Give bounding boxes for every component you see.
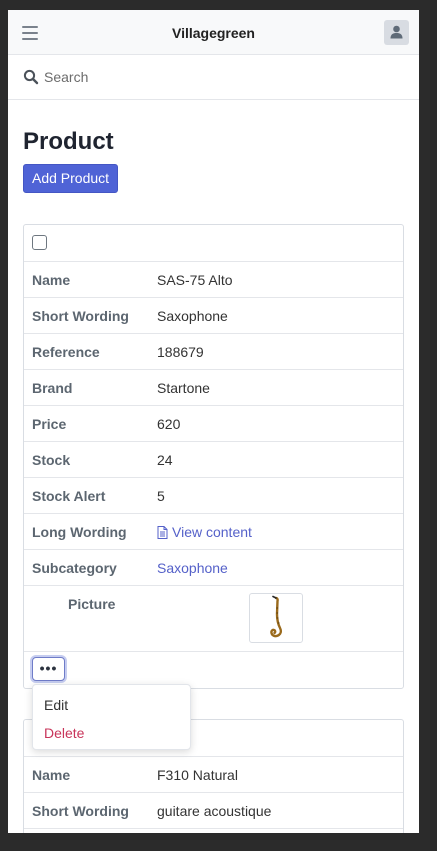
view-content-label: View content <box>172 524 252 540</box>
field-value: 5 <box>157 488 165 504</box>
search-icon <box>23 69 39 85</box>
table-row: Reference 188679 <box>24 334 403 370</box>
subcategory-link[interactable]: Saxophone <box>157 560 228 576</box>
field-label: Brand <box>32 380 73 396</box>
field-value: Startone <box>157 380 210 396</box>
search-bar <box>8 55 419 100</box>
search-input[interactable] <box>44 67 344 87</box>
field-label: Short Wording <box>32 803 129 819</box>
add-product-button[interactable]: Add Product <box>23 164 119 193</box>
user-menu-button[interactable] <box>384 20 409 45</box>
product-thumbnail[interactable] <box>249 593 303 643</box>
table-row: Name SAS-75 Alto <box>24 262 403 298</box>
field-label: Picture <box>68 596 116 612</box>
delete-menu-item[interactable]: Delete <box>44 725 84 741</box>
user-icon <box>390 25 403 39</box>
field-label: Reference <box>32 344 100 360</box>
field-value: 188679 <box>157 344 204 360</box>
more-actions-button[interactable]: ••• <box>32 657 65 681</box>
field-label: Subcategory <box>32 560 117 576</box>
table-row: Price 620 <box>24 406 403 442</box>
field-label: Stock Alert <box>32 488 106 504</box>
field-value: 24 <box>157 452 173 468</box>
field-value: SAS-75 Alto <box>157 272 233 288</box>
view-content-link[interactable]: View content <box>157 524 252 540</box>
field-label: Long Wording <box>32 524 127 540</box>
field-label: Short Wording <box>32 308 129 324</box>
saxophone-image <box>270 595 283 638</box>
table-row: Short Wording Saxophone <box>24 298 403 334</box>
product-card: Name SAS-75 Alto Short Wording Saxophone… <box>23 224 404 689</box>
field-label: Name <box>32 272 71 288</box>
page-title: Product <box>23 128 114 155</box>
field-label: Price <box>32 416 67 432</box>
table-row: Brand Startone <box>24 370 403 406</box>
table-row: Stock 24 <box>24 442 403 478</box>
table-row: Stock Alert 5 <box>24 478 403 514</box>
top-navbar: Villagegreen <box>8 10 419 55</box>
table-row: Subcategory Saxophone <box>24 550 403 586</box>
file-text-icon <box>157 526 168 539</box>
table-row: Long Wording View content <box>24 514 403 550</box>
field-value: guitare acoustique <box>157 803 272 819</box>
actions-dropdown: Edit Delete <box>32 684 191 750</box>
field-value: F310 Natural <box>157 767 238 783</box>
actions-row: ••• <box>24 652 403 688</box>
field-value: 620 <box>157 416 181 432</box>
field-value: Saxophone <box>157 308 228 324</box>
edit-menu-item[interactable]: Edit <box>44 697 68 713</box>
field-label: Stock <box>32 452 71 468</box>
app-window: Villagegreen Product Add Product Name SA… <box>8 10 419 833</box>
select-checkbox[interactable] <box>32 235 47 250</box>
field-label: Name <box>32 767 71 783</box>
table-row: Short Wording guitare acoustique <box>24 793 403 829</box>
picture-row: Picture <box>24 586 403 652</box>
table-row: Name F310 Natural <box>24 757 403 793</box>
app-title: Villagegreen <box>171 25 255 41</box>
card-header <box>24 225 403 262</box>
